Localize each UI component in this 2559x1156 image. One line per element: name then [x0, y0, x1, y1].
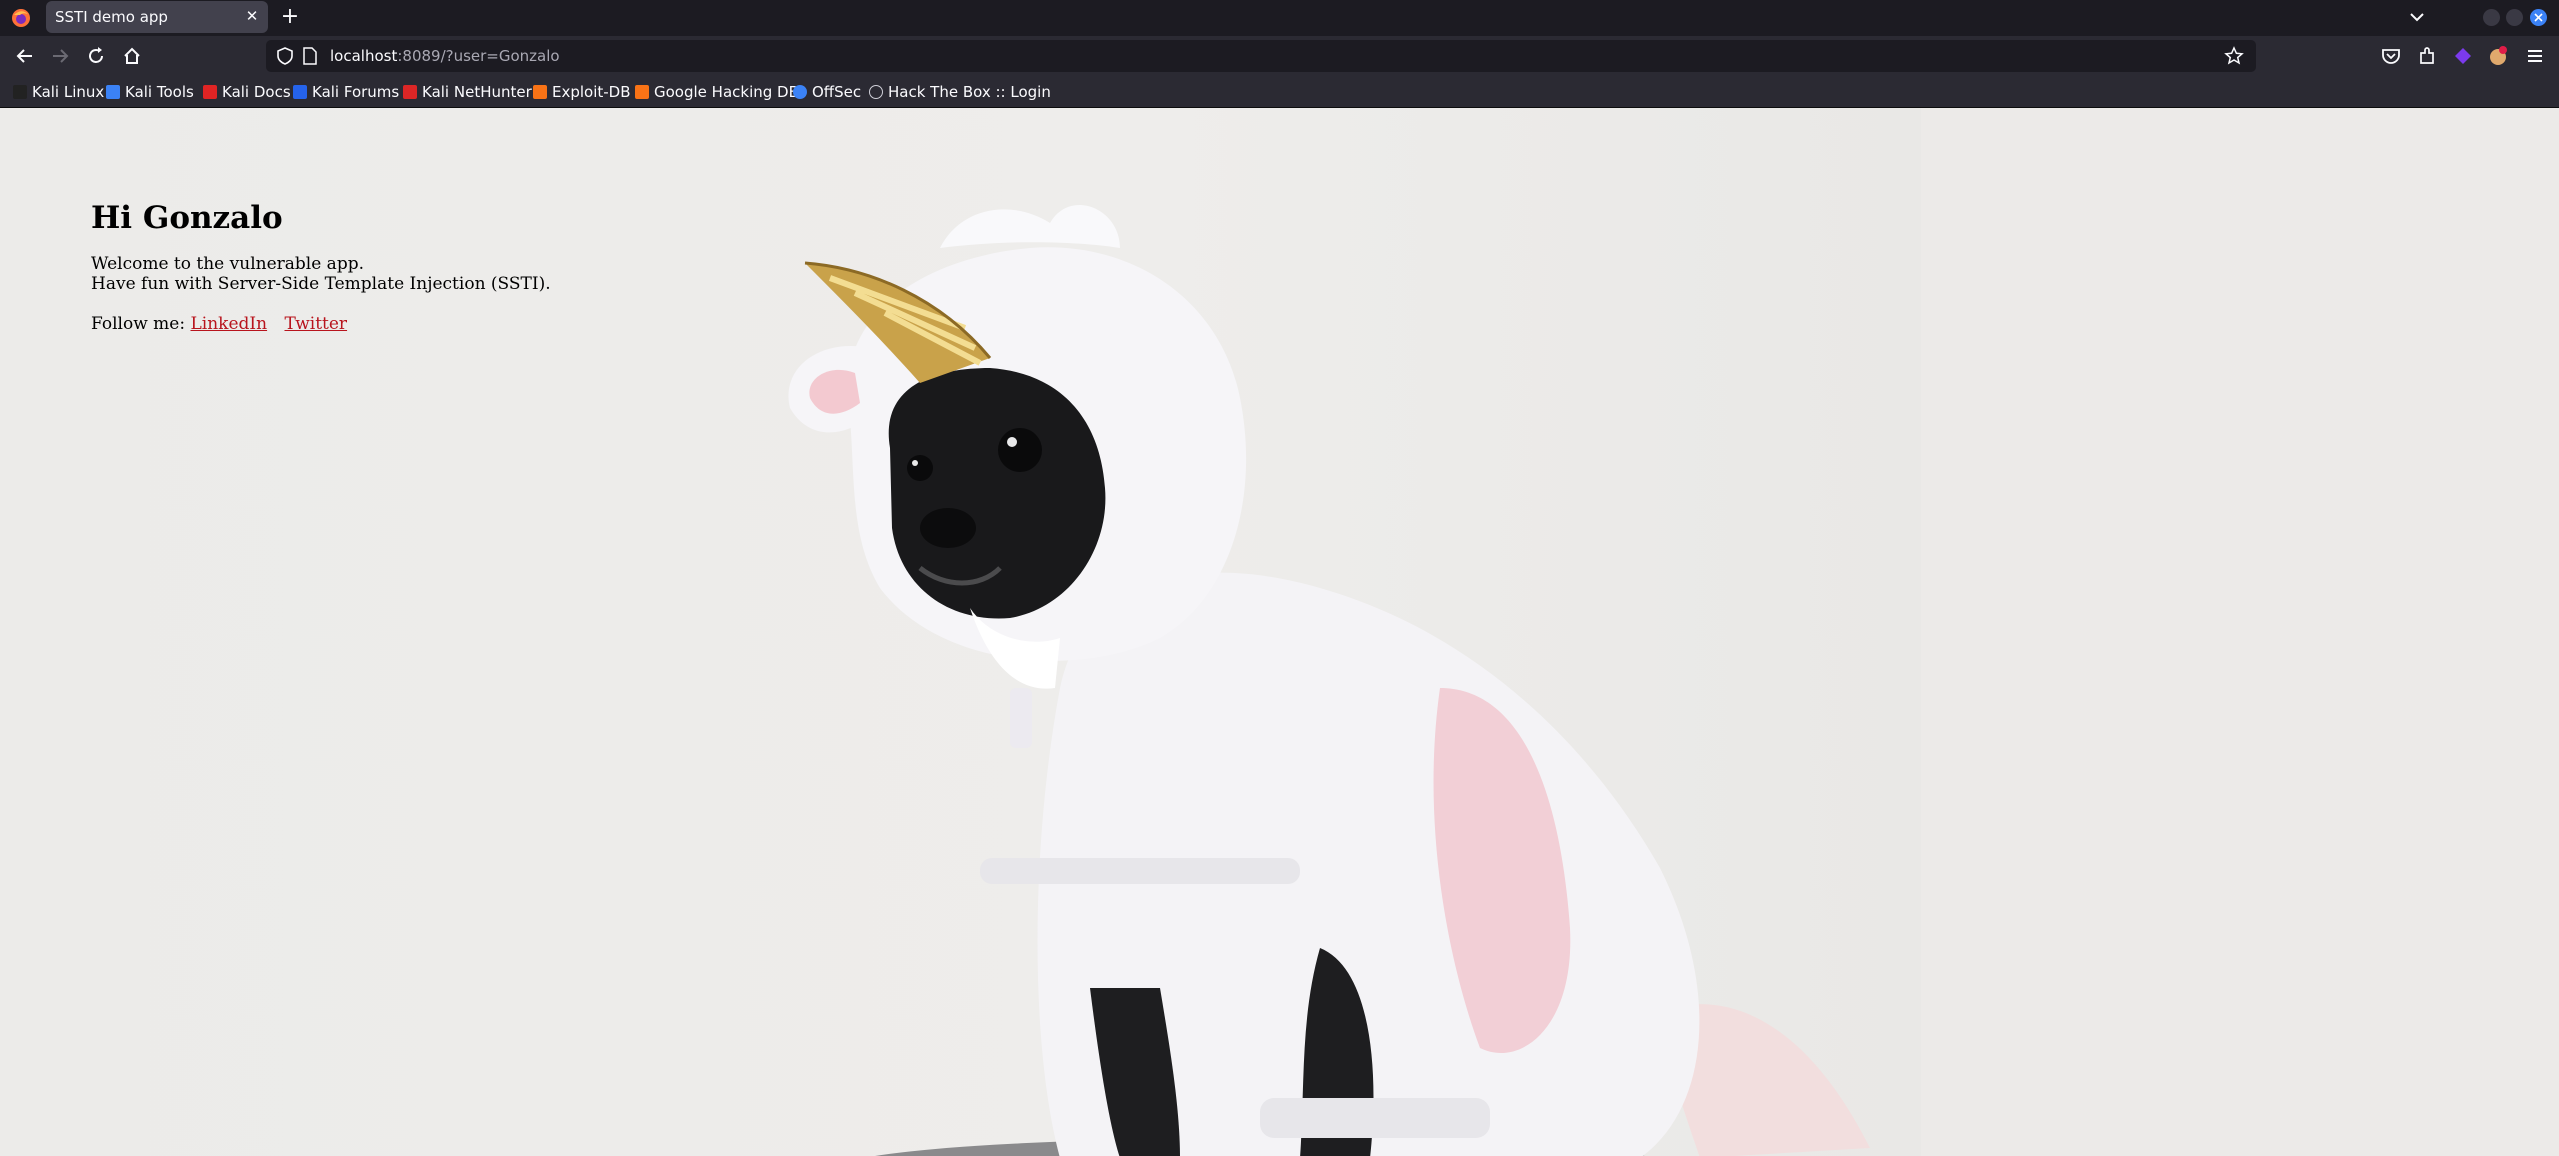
page-icon[interactable] — [302, 47, 318, 65]
bookmarks-toolbar: Kali Linux Kali Tools Kali Docs Kali For… — [0, 76, 2559, 108]
minimize-button[interactable] — [2483, 9, 2500, 26]
page-content: Hi Gonzalo Welcome to the vulnerable app… — [91, 200, 551, 334]
bookmark-google-hacking-db[interactable]: Google Hacking DB — [635, 82, 799, 102]
kali-docs-icon — [203, 85, 217, 99]
ssti-text: Have fun with Server-Side Template Injec… — [91, 274, 551, 294]
shield-icon[interactable] — [276, 47, 294, 65]
greeting-heading: Hi Gonzalo — [91, 200, 283, 236]
google-hacking-db-icon — [635, 85, 649, 99]
bookmark-kali-tools[interactable]: Kali Tools — [106, 82, 194, 102]
bookmark-star-icon[interactable] — [2224, 46, 2244, 66]
offsec-icon — [793, 85, 807, 99]
linkedin-link[interactable]: LinkedIn — [190, 314, 267, 334]
home-icon[interactable] — [121, 45, 143, 67]
bookmark-label: Kali Tools — [125, 83, 194, 101]
firefox-logo-icon[interactable] — [11, 8, 31, 28]
page-viewport: Hi Gonzalo Welcome to the vulnerable app… — [0, 108, 2559, 1156]
bookmark-label: Exploit-DB — [552, 83, 631, 101]
exploit-db-icon — [533, 85, 547, 99]
menu-icon[interactable] — [2524, 45, 2546, 67]
close-window-button[interactable] — [2530, 9, 2547, 26]
title-bar: SSTI demo app ✕ + — [0, 0, 2559, 36]
maximize-button[interactable] — [2506, 9, 2523, 26]
bookmark-kali-linux[interactable]: Kali Linux — [13, 82, 104, 102]
bookmark-exploit-db[interactable]: Exploit-DB — [533, 82, 631, 102]
url-host: localhost — [330, 47, 398, 65]
bookmark-offsec[interactable]: OffSec — [793, 82, 861, 102]
pocket-icon[interactable] — [2380, 45, 2402, 67]
tab-close-icon[interactable]: ✕ — [244, 5, 260, 27]
background-right-area — [1921, 108, 2559, 1156]
extension-purple-icon[interactable] — [2452, 45, 2474, 67]
bookmark-kali-docs[interactable]: Kali Docs — [203, 82, 291, 102]
follow-label: Follow me: — [91, 314, 186, 334]
bookmark-kali-forums[interactable]: Kali Forums — [293, 82, 399, 102]
bookmark-label: Kali NetHunter — [422, 83, 532, 101]
bookmark-label: Kali Forums — [312, 83, 400, 101]
kali-linux-icon — [13, 85, 27, 99]
unicorn-dog-image — [788, 204, 1870, 1156]
globe-icon — [869, 85, 883, 99]
follow-line: Follow me: LinkedIn Twitter — [91, 314, 551, 334]
bookmark-kali-nethunter[interactable]: Kali NetHunter — [403, 82, 532, 102]
chevron-down-icon[interactable] — [2406, 6, 2428, 28]
bookmark-hack-the-box[interactable]: Hack The Box :: Login — [869, 82, 1051, 102]
extensions-icon[interactable] — [2416, 45, 2438, 67]
forward-icon[interactable] — [49, 45, 71, 67]
bookmark-label: OffSec — [812, 83, 862, 101]
kali-tools-icon — [106, 85, 120, 99]
navigation-bar: localhost:8089/?user=Gonzalo — [0, 36, 2559, 76]
bookmark-label: Kali Linux — [32, 83, 105, 101]
url-bar[interactable]: localhost:8089/?user=Gonzalo — [266, 40, 2256, 72]
url-path: :8089/?user=Gonzalo — [397, 47, 560, 65]
close-icon — [2534, 13, 2543, 22]
url-text[interactable]: localhost:8089/?user=Gonzalo — [330, 47, 560, 65]
back-icon[interactable] — [14, 45, 36, 67]
bookmark-label: Google Hacking DB — [654, 83, 799, 101]
twitter-link[interactable]: Twitter — [284, 314, 347, 334]
welcome-text: Welcome to the vulnerable app. — [91, 254, 364, 274]
account-avatar-icon[interactable] — [2487, 45, 2509, 67]
kali-forums-icon — [293, 85, 307, 99]
bookmark-label: Hack The Box :: Login — [888, 83, 1051, 101]
reload-icon[interactable] — [85, 45, 107, 67]
kali-nethunter-icon — [403, 85, 417, 99]
bookmark-label: Kali Docs — [222, 83, 291, 101]
new-tab-icon[interactable]: + — [280, 3, 300, 31]
tab-title: SSTI demo app — [55, 8, 168, 26]
